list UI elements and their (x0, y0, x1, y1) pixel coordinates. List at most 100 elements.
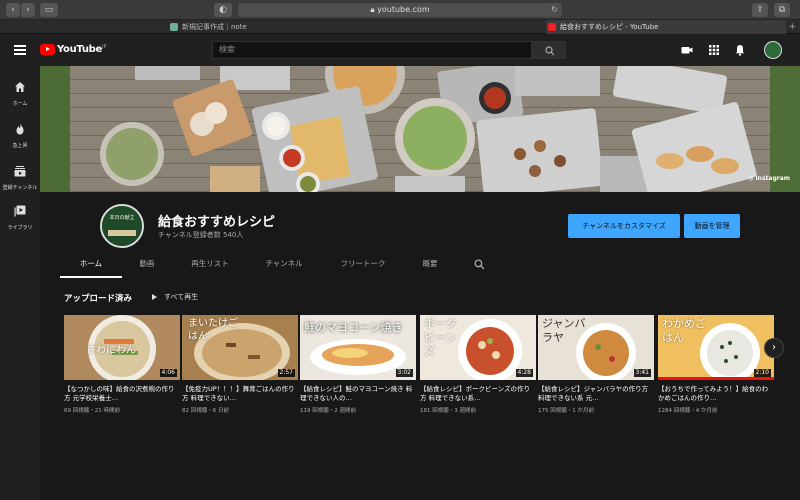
video-duration: 2:10 (753, 369, 771, 377)
video-title[interactable]: 【おうちで作ってみよう！】給食のわかめごはんの作り… (658, 385, 774, 403)
new-tab-button[interactable]: + (788, 20, 796, 34)
video-card[interactable]: まいたけごはん 2:57 【免疫力UP！！！】舞茸ごはんの作り方 料理できない…… (182, 315, 298, 414)
subscriber-count: チャンネル登録者数 540人 (158, 231, 244, 239)
video-duration: 2:57 (277, 369, 295, 377)
video-thumbnail[interactable]: さわにわん 4:06 (64, 315, 180, 380)
video-title[interactable]: 【給食レシピ】ジャンバラヤの作り方 料理できない系 元… (538, 385, 654, 403)
notifications-bell-icon[interactable] (734, 44, 746, 56)
reload-icon[interactable]: ↻ (551, 3, 558, 17)
video-thumbnail[interactable]: わかめごはん 2:10 (658, 315, 774, 380)
video-meta: 119 回視聴・2 週間前 (300, 408, 356, 414)
tab-playlists[interactable]: 再生リスト (180, 252, 240, 278)
chevron-right-icon[interactable]: › (764, 338, 784, 358)
instagram-label: Instagram (755, 175, 790, 182)
play-all-button[interactable]: すべて再生 (152, 292, 198, 302)
channel-header: 本日の献立 給食おすすめレシピ チャンネル登録者数 540人 チャンネルをカスタ… (40, 192, 800, 282)
thumbnail-caption: わかめごはん (662, 317, 706, 344)
chalkboard-logo (102, 206, 142, 246)
channel-name: 給食おすすめレシピ (158, 215, 276, 230)
library-icon (14, 205, 26, 217)
video-title[interactable]: 【給食レシピ】ポークビーンズの作り方 料理できない系… (420, 385, 536, 403)
tab-note[interactable]: 新規記事作成｜note (168, 20, 398, 34)
logo-text: YouTube (57, 44, 102, 55)
guide-item-library[interactable]: ライブラリ (0, 202, 40, 231)
manage-videos-button[interactable]: 動画を管理 (684, 214, 740, 238)
region-label: JP (102, 44, 107, 50)
youtube-play-icon (40, 44, 55, 55)
video-card[interactable]: さわにわん 4:06 【なつかしの味】給食の沢煮椀の作り方 元学校栄養士… 69… (64, 315, 180, 414)
tab-title: 給食おすすめレシピ - YouTube (560, 23, 659, 31)
video-duration: 3:02 (395, 369, 413, 377)
thumbnail-caption: 鮭のマヨコーン焼き (304, 321, 403, 334)
tab-videos[interactable]: 動画 (122, 252, 172, 278)
tab-home[interactable]: ホーム (60, 252, 122, 278)
food-banner-image (40, 66, 800, 192)
video-duration: 4:06 (159, 369, 177, 377)
privacy-icon[interactable]: ◐ (214, 3, 232, 17)
tab-title: 新規記事作成｜note (182, 23, 247, 31)
channel-banner: ◎ Instagram (40, 66, 800, 192)
video-card[interactable]: ポークビーンズ 4:28 【給食レシピ】ポークビーンズの作り方 料理できない系…… (420, 315, 536, 414)
video-card[interactable]: ジャンバラヤ 3:41 【給食レシピ】ジャンバラヤの作り方 料理できない系 元…… (538, 315, 654, 414)
menu-icon[interactable] (14, 45, 26, 55)
left-guide: ホーム 急上昇 登録チャンネル ライブラリ (0, 66, 40, 500)
browser-toolbar: ‹ › ▭ ◐ 🔒︎ youtube.com ↻ ⇪ ⧉ (0, 0, 800, 20)
guide-label: 急上昇 (12, 143, 28, 149)
search-icon (545, 46, 555, 56)
guide-item-home[interactable]: ホーム (0, 78, 40, 107)
video-thumbnail[interactable]: まいたけごはん 2:57 (182, 315, 298, 380)
play-all-label: すべて再生 (164, 293, 199, 301)
video-thumbnail[interactable]: ジャンバラヤ 3:41 (538, 315, 654, 380)
account-avatar[interactable] (764, 41, 782, 59)
tab-discussion[interactable]: フリートーク (328, 252, 398, 278)
home-icon (15, 82, 25, 92)
tab-channels[interactable]: チャンネル (254, 252, 314, 278)
apps-icon[interactable] (708, 44, 720, 56)
flame-icon (16, 123, 24, 135)
avatar-text: 本日の献立 (109, 215, 135, 221)
video-thumbnail[interactable]: 鮭のマヨコーン焼き 3:02 (300, 315, 416, 380)
youtube-logo[interactable]: YouTubeJP (40, 44, 107, 56)
video-meta: 175 回視聴・1 か月前 (538, 408, 594, 414)
channel-search-icon[interactable] (474, 259, 485, 270)
note-favicon-icon (170, 23, 178, 31)
instagram-link[interactable]: ◎ Instagram (748, 175, 790, 182)
tabs-overview-button[interactable]: ⧉ (774, 3, 790, 17)
video-duration: 4:28 (515, 369, 533, 377)
thumbnail-caption: ポークビーンズ (424, 317, 457, 358)
video-meta: 69 回視聴・21 時間前 (64, 408, 120, 414)
guide-item-subscriptions[interactable]: 登録チャンネル (0, 162, 40, 191)
video-thumbnail[interactable]: ポークビーンズ 4:28 (420, 315, 536, 380)
thumbnail-caption: まいたけごはん (188, 318, 238, 342)
subscriptions-icon (14, 166, 26, 177)
guide-item-trending[interactable]: 急上昇 (0, 120, 40, 149)
video-card[interactable]: 鮭のマヨコーン焼き 3:02 【給食レシピ】鮭のマヨコーン焼き 料理できない人の… (300, 315, 416, 414)
search-input[interactable]: 検索 (212, 41, 532, 59)
tab-youtube[interactable]: 給食おすすめレシピ - YouTube (546, 20, 786, 34)
address-text: youtube.com (377, 5, 430, 14)
thumbnail-caption: さわにわん (86, 345, 136, 356)
guide-label: 登録チャンネル (2, 185, 38, 191)
video-title[interactable]: 【なつかしの味】給食の沢煮椀の作り方 元学校栄養士… (64, 385, 180, 403)
sidebar-toggle-button[interactable]: ▭ (40, 3, 58, 17)
tab-bar: 新規記事作成｜note 給食おすすめレシピ - YouTube + (0, 20, 800, 34)
youtube-header: YouTubeJP 検索 (0, 34, 800, 66)
address-bar[interactable]: 🔒︎ youtube.com ↻ (238, 3, 562, 17)
play-icon (152, 294, 157, 300)
create-video-icon[interactable] (681, 44, 693, 56)
search-button[interactable] (532, 41, 566, 59)
share-button[interactable]: ⇪ (752, 3, 768, 17)
video-meta: 181 回視聴・3 週間前 (420, 408, 476, 414)
forward-button[interactable]: › (21, 3, 35, 17)
guide-label: ホーム (12, 101, 28, 107)
video-meta: 1284 回視聴・4 か月前 (658, 408, 718, 414)
back-button[interactable]: ‹ (6, 3, 20, 17)
video-title[interactable]: 【給食レシピ】鮭のマヨコーン焼き 料理できない人の… (300, 385, 416, 403)
tab-about[interactable]: 概要 (410, 252, 450, 278)
customize-channel-button[interactable]: チャンネルをカスタマイズ (568, 214, 680, 238)
video-card[interactable]: わかめごはん 2:10 【おうちで作ってみよう！】給食のわかめごはんの作り… 1… (658, 315, 774, 414)
thumbnail-caption: ジャンバラヤ (542, 317, 586, 344)
channel-avatar[interactable]: 本日の献立 (100, 204, 144, 248)
video-meta: 82 回視聴・6 日前 (182, 408, 229, 414)
video-title[interactable]: 【免疫力UP！！！】舞茸ごはんの作り方 料理できない… (182, 385, 298, 403)
